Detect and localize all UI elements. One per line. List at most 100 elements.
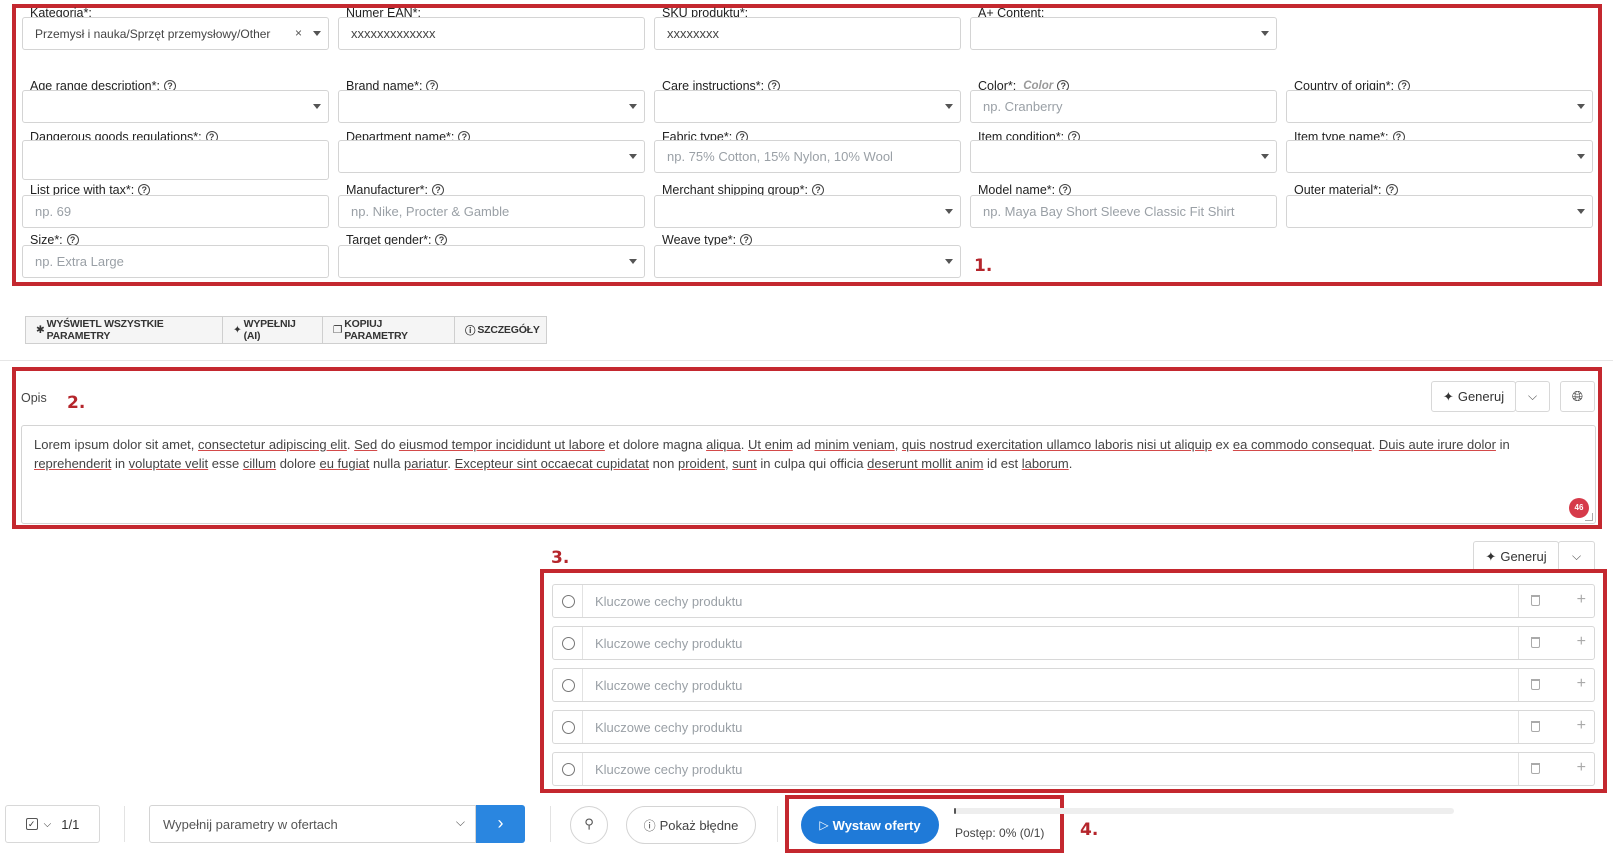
- select-item-condition[interactable]: [970, 140, 1277, 173]
- spellcheck-word: voluptate velit: [128, 456, 209, 471]
- select-all-control[interactable]: ✓ ⌵ 1/1: [5, 805, 100, 843]
- action-select[interactable]: Wypełnij parametry w ofertach ⌵: [149, 805, 476, 843]
- info-icon: ⓘ: [465, 324, 476, 337]
- field-value: xxxxxxxxxxxxx: [351, 26, 436, 41]
- chevron-right-icon: ›: [497, 813, 504, 833]
- sparkle-icon: ✦: [1485, 548, 1497, 564]
- select-merchant-shipping-group[interactable]: [654, 195, 961, 228]
- show-errors-button[interactable]: ⓘ Pokaż błędne: [626, 806, 756, 844]
- search-button[interactable]: ⚲: [570, 806, 608, 844]
- text-run: do: [377, 437, 399, 452]
- resize-handle[interactable]: [1585, 513, 1593, 521]
- action-select-value: Wypełnij parametry w ofertach: [163, 817, 338, 832]
- description-label: Opis: [21, 391, 47, 405]
- caret-down-icon: [629, 104, 637, 109]
- clear-icon[interactable]: ×: [295, 26, 302, 40]
- show-errors-label: Pokaż błędne: [659, 817, 739, 833]
- radio-icon[interactable]: [553, 711, 583, 743]
- play-icon: ▷: [819, 818, 829, 832]
- text-run: ,: [894, 437, 902, 452]
- select-country-of-origin[interactable]: [1286, 90, 1593, 123]
- copy-icon: ❐: [333, 324, 343, 336]
- select-outer-material[interactable]: [1286, 195, 1593, 228]
- radio-icon[interactable]: [553, 753, 583, 785]
- description-generate-dropdown[interactable]: ⌵: [1515, 381, 1550, 412]
- select-care-instructions[interactable]: [654, 90, 961, 123]
- publish-offers-button[interactable]: ▷ Wystaw oferty: [801, 806, 939, 844]
- spellcheck-word: proident: [677, 456, 725, 471]
- show-all-params-button[interactable]: ✱ WYŚWIETL WSZYSTKIE PARAMETRY: [25, 316, 223, 344]
- feature-input[interactable]: Kluczowe cechy produktu: [595, 678, 742, 693]
- input-numer-ean[interactable]: xxxxxxxxxxxxx: [338, 17, 645, 50]
- select-a-content[interactable]: [970, 17, 1277, 50]
- copy-params-label: KOPIUJ PARAMETRY: [344, 318, 408, 342]
- fill-ai-button[interactable]: ✦ WYPEŁNIJ (AI): [222, 316, 323, 344]
- radio-icon[interactable]: [553, 585, 583, 617]
- language-button[interactable]: 🌐︎: [1560, 381, 1595, 412]
- delete-feature-button[interactable]: [1518, 753, 1552, 785]
- radio-icon[interactable]: [553, 669, 583, 701]
- input-sku-produktu[interactable]: xxxxxxxx: [654, 17, 961, 50]
- text-run: ex: [1211, 437, 1233, 452]
- features-generate-button[interactable]: ✦ Generuj: [1473, 541, 1559, 572]
- details-button[interactable]: ⓘ SZCZEGÓŁY: [454, 316, 547, 344]
- input-dangerous-goods-regulations[interactable]: [22, 140, 329, 180]
- delete-feature-button[interactable]: [1518, 585, 1552, 617]
- feature-input[interactable]: Kluczowe cechy produktu: [595, 762, 742, 777]
- description-generate-button[interactable]: ✦ Generuj: [1431, 381, 1516, 412]
- spellcheck-word: Excepteur sint occaecat cupidatat: [454, 456, 650, 471]
- trash-icon: [1531, 721, 1540, 732]
- progress-track: [954, 808, 1454, 814]
- delete-feature-button[interactable]: [1518, 669, 1552, 701]
- caret-down-icon: [1577, 209, 1585, 214]
- field-placeholder: np. 69: [35, 204, 72, 219]
- input-size[interactable]: np. Extra Large: [22, 245, 329, 278]
- field-value: Przemysł i nauka/Sprzęt przemysłowy/Othe…: [35, 26, 271, 41]
- caret-down-icon: [313, 31, 321, 36]
- delete-feature-button[interactable]: [1518, 711, 1552, 743]
- spellcheck-word: consectetur adipiscing elit: [198, 437, 347, 452]
- select-target-gender[interactable]: [338, 245, 645, 278]
- select-item-type-name[interactable]: [1286, 140, 1593, 173]
- feature-input[interactable]: Kluczowe cechy produktu: [595, 636, 742, 651]
- plus-icon[interactable]: +: [1577, 759, 1586, 777]
- select-weave-type[interactable]: [654, 245, 961, 278]
- select-kategoria[interactable]: Przemysł i nauka/Sprzęt przemysłowy/Othe…: [22, 17, 329, 50]
- delete-feature-button[interactable]: [1518, 627, 1552, 659]
- feature-row: Kluczowe cechy produktu +: [552, 752, 1595, 786]
- details-label: SZCZEGÓŁY: [477, 324, 540, 336]
- features-generate-label: Generuj: [1500, 549, 1547, 564]
- feature-input[interactable]: Kluczowe cechy produktu: [595, 720, 742, 735]
- copy-params-button[interactable]: ❐ KOPIUJ PARAMETRY: [322, 316, 455, 344]
- globe-icon: 🌐︎: [1571, 388, 1584, 404]
- feature-input[interactable]: Kluczowe cechy produktu: [595, 594, 742, 609]
- search-icon: ⚲: [584, 816, 594, 831]
- feature-row: Kluczowe cechy produktu +: [552, 668, 1595, 702]
- input-fabric-type[interactable]: np. 75% Cotton, 15% Nylon, 10% Wool: [654, 140, 961, 173]
- chevron-down-icon: ⌵: [1571, 549, 1582, 563]
- input-manufacturer[interactable]: np. Nike, Procter & Gamble: [338, 195, 645, 228]
- text-run: non: [649, 456, 678, 471]
- text-run: in: [111, 456, 129, 471]
- radio-icon[interactable]: [553, 627, 583, 659]
- divider: [124, 806, 125, 842]
- input-list-price-with-tax[interactable]: np. 69: [22, 195, 329, 228]
- select-age-range-description[interactable]: [22, 90, 329, 123]
- apply-action-button[interactable]: ›: [476, 805, 525, 843]
- features-generate-dropdown[interactable]: ⌵: [1558, 541, 1595, 572]
- select-brand-name[interactable]: [338, 90, 645, 123]
- input-color[interactable]: np. Cranberry: [970, 90, 1277, 123]
- plus-icon[interactable]: +: [1577, 633, 1586, 651]
- text-run: in culpa qui officia: [756, 456, 868, 471]
- select-department-name[interactable]: [338, 140, 645, 173]
- text-run: ad: [792, 437, 815, 452]
- plus-icon[interactable]: +: [1577, 675, 1586, 693]
- text-run: nulla: [369, 456, 405, 471]
- spellcheck-word: pariatur: [404, 456, 448, 471]
- input-model-name[interactable]: np. Maya Bay Short Sleeve Classic Fit Sh…: [970, 195, 1277, 228]
- plus-icon[interactable]: +: [1577, 591, 1586, 609]
- caret-down-icon: [1261, 154, 1269, 159]
- plus-icon[interactable]: +: [1577, 717, 1586, 735]
- text-run: .: [1371, 437, 1379, 452]
- trash-icon: [1531, 679, 1540, 690]
